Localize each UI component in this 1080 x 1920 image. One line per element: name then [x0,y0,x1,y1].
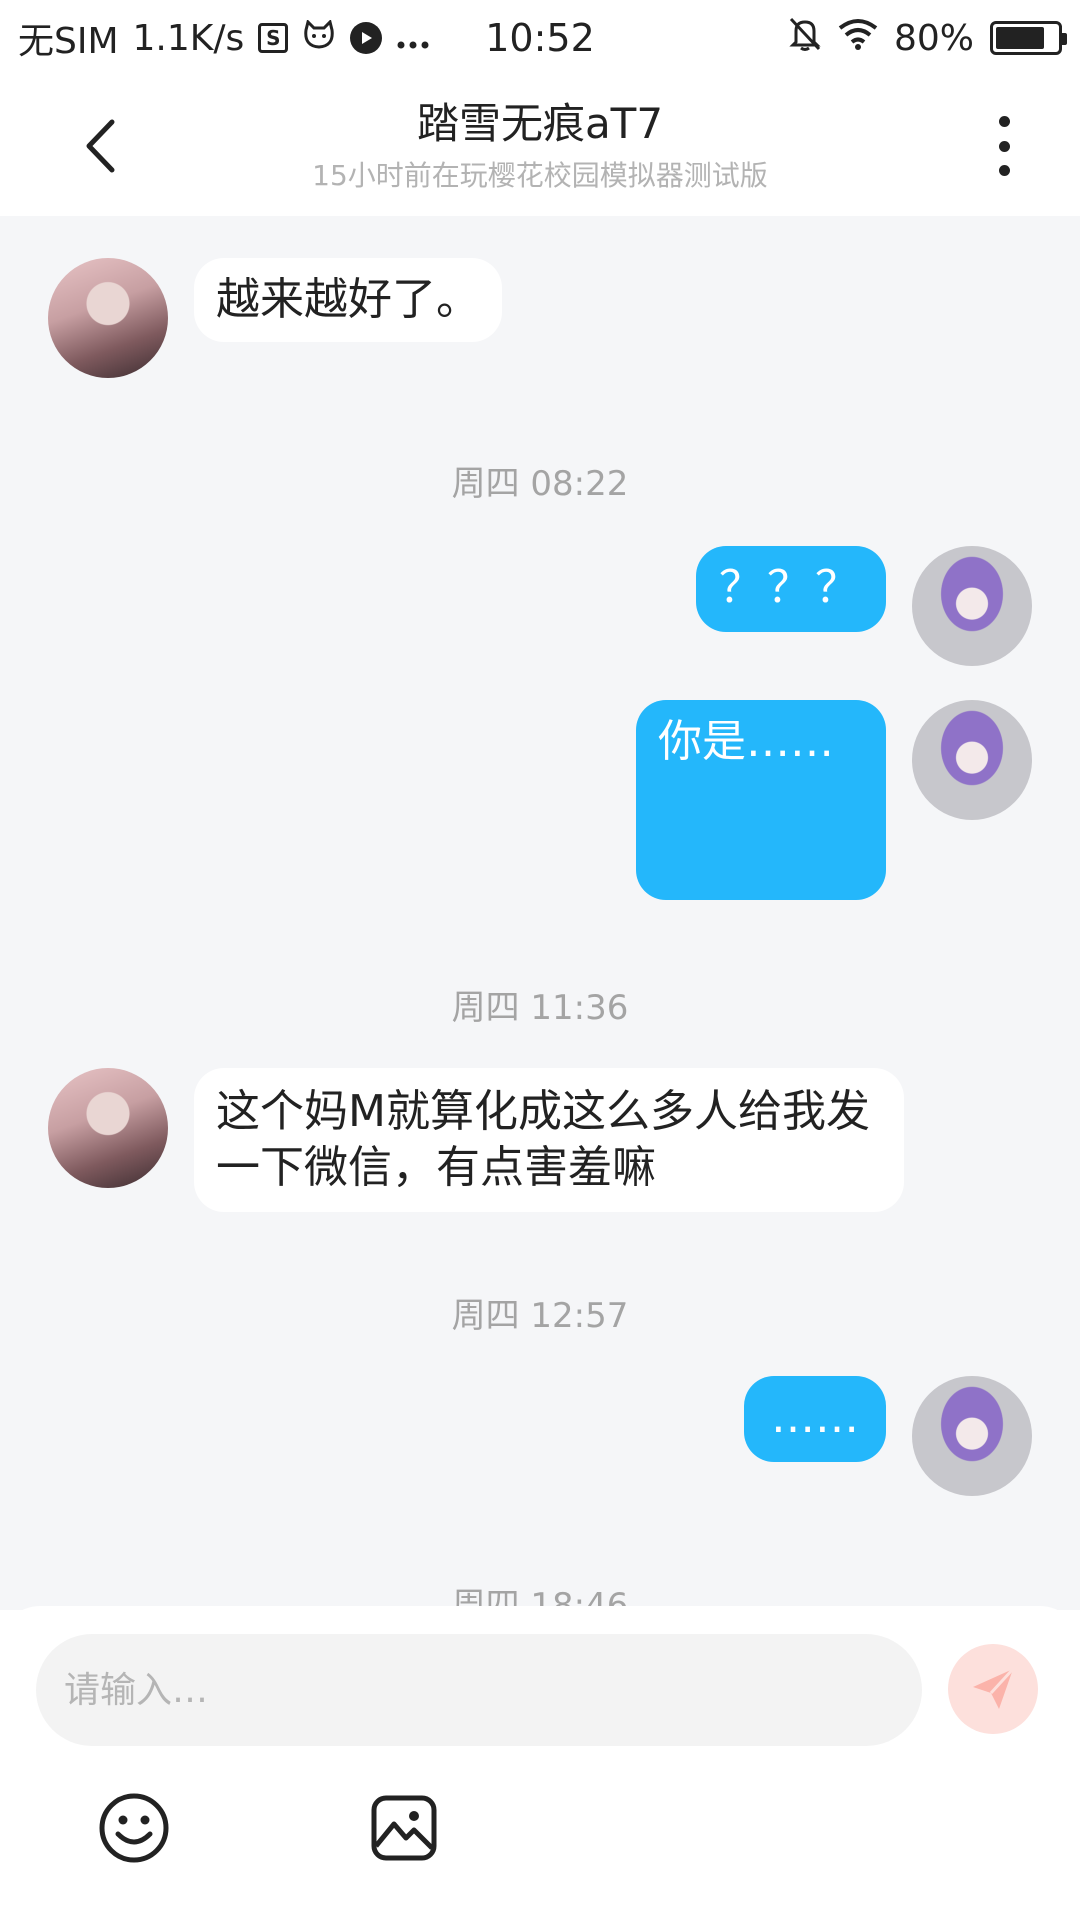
contact-avatar[interactable] [48,258,168,378]
my-avatar[interactable] [912,1376,1032,1496]
incoming-message[interactable]: 越来越好了。 [194,258,502,342]
incoming-message[interactable]: 这个妈M就算化成这么多人给我发一下微信，有点害羞嘛 [194,1068,904,1212]
contact-avatar[interactable] [48,1068,168,1188]
play-icon [350,22,383,54]
sim-card-icon: S [258,23,289,53]
outgoing-message[interactable]: ？？？ [696,546,886,632]
message-timestamp: 周四 08:22 [451,464,629,504]
message-timestamp: 周四 12:57 [451,1296,629,1336]
wifi-icon [838,18,878,59]
outgoing-message[interactable]: 你是…… [636,700,886,900]
my-avatar[interactable] [912,546,1032,666]
chat-header: 踏雪无痕aT7 15小时前在玩樱花校园模拟器测试版 [0,76,1080,216]
contact-name: 踏雪无痕aT7 [416,99,664,148]
my-avatar[interactable] [912,700,1032,820]
smiley-icon[interactable] [98,1792,170,1864]
more-dots-icon [396,18,430,59]
message-input[interactable] [36,1634,922,1746]
contact-status: 15小时前在玩樱花校园模拟器测试版 [312,159,768,192]
paper-plane-icon [973,1667,1015,1709]
outgoing-message[interactable]: …… [744,1376,886,1462]
mute-bell-icon [788,16,822,61]
cat-app-icon [302,18,336,59]
status-bar: 无SIM 1.1K/s S 10:52 80% [0,0,1080,76]
battery-icon [990,21,1067,55]
image-icon[interactable] [370,1794,438,1862]
network-speed: 1.1K/s [132,17,245,59]
message-list[interactable]: 越来越好了。 周四 08:22 ？？？ 你是…… 周四 11:36 这个妈M就算… [0,216,1080,1610]
carrier-label: 无SIM [18,21,119,62]
message-timestamp: 周四 11:36 [451,988,629,1028]
composer-panel [0,1606,1080,1920]
send-button[interactable] [948,1644,1038,1734]
more-vertical-icon[interactable] [984,116,1024,176]
battery-percent: 80% [893,17,974,59]
